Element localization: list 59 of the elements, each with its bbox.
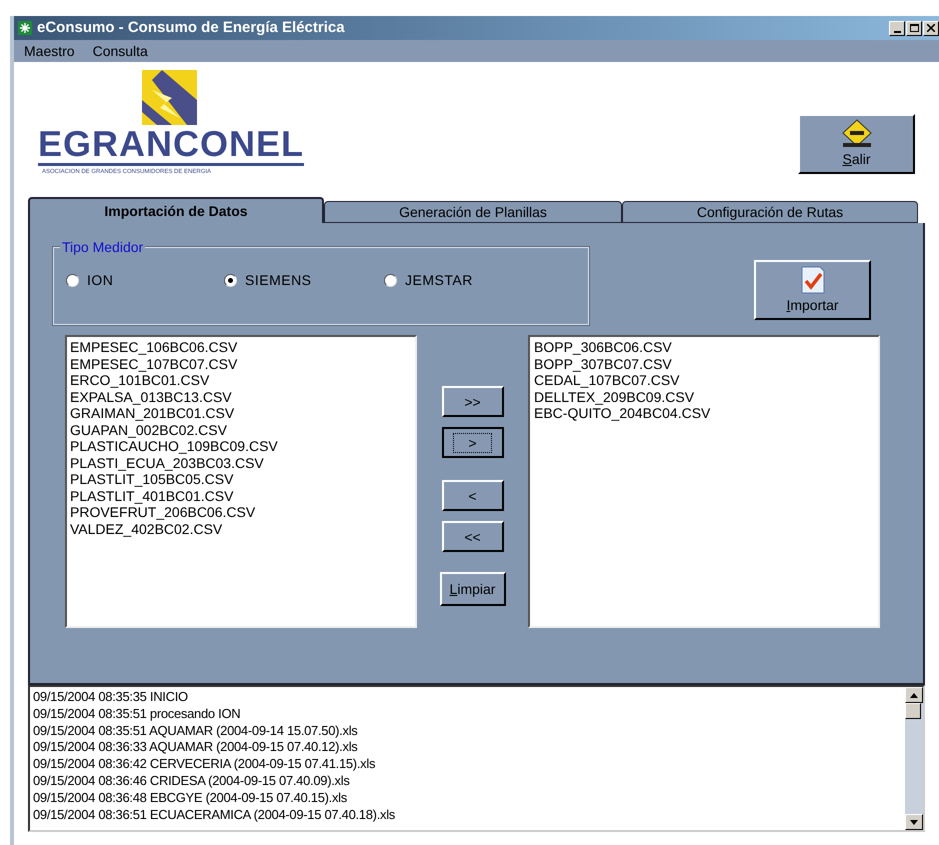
list-item[interactable]: EBC-QUITO_204BC04.CSV — [534, 405, 878, 422]
log-entry: 09/15/2004 08:35:51 AQUAMAR (2004-09-14 15.07.50).xls — [33, 722, 358, 740]
close-button[interactable] — [923, 20, 939, 36]
app-icon — [18, 21, 32, 35]
up-arrow-icon — [910, 692, 918, 698]
move-button[interactable]: < — [442, 480, 504, 511]
maximize-button[interactable] — [906, 20, 922, 36]
file-list[interactable]: BOPP_306BC06.CSV BOPP_307BC07.CSV CEDAL_107BC07.CSV DELLTEX_209BC09.CSV EBC-QUITO_204BC04.CSV — [528, 335, 880, 628]
log-entry: 09/15/2004 08:35:35 INICIO — [33, 689, 189, 706]
tab[interactable]: Configuración de Rutas — [622, 201, 918, 223]
list-item[interactable]: BOPP_306BC06.CSV — [534, 339, 878, 356]
exit-button[interactable]: Salir — [798, 114, 915, 174]
list-item[interactable]: EMPESEC_106BC06.CSV — [70, 339, 415, 356]
scroll-down-button[interactable] — [905, 814, 923, 830]
radio-button[interactable] — [224, 274, 237, 287]
radio-label: ION — [87, 271, 114, 290]
tab[interactable]: Importación de Datos — [28, 197, 324, 223]
menu-item[interactable]: Consulta — [92, 40, 148, 62]
radio-label: JEMSTAR — [405, 271, 473, 290]
list-item[interactable]: PROVEFRUT_206BC06.CSV — [70, 504, 415, 520]
move-button[interactable]: > — [442, 427, 504, 458]
file-list[interactable] — [65, 335, 417, 628]
list-item[interactable]: EXPALSA_013BC13.CSV — [70, 388, 415, 405]
list-item[interactable]: CEDAL_107BC07.CSV — [534, 372, 878, 388]
list-item[interactable]: ERCO_101BC01.CSV — [70, 372, 415, 388]
list-item[interactable]: GRAIMAN_201BC01.CSV — [70, 405, 415, 422]
down-arrow-icon — [910, 820, 918, 824]
list-item[interactable]: PLASTLIT_401BC01.CSV — [70, 488, 415, 504]
log-entry: 09/15/2004 08:36:51 ECUACERAMICA (2004-09-15 07.40.18).xls — [33, 806, 396, 824]
log-entry: 09/15/2004 08:36:46 CRIDESA (2004-09-15 07.40.09).xls — [33, 772, 351, 790]
move-button[interactable]: << — [442, 521, 504, 552]
window-title: eConsumo - Consumo de Energía Eléctrica — [37, 18, 345, 38]
list-item[interactable]: VALDEZ_402BC02.CSV — [70, 520, 415, 537]
list-item[interactable]: DELLTEX_209BC09.CSV — [534, 388, 878, 405]
clear-button[interactable]: Limpiar — [440, 572, 506, 606]
radio-label: SIEMENS — [245, 271, 312, 290]
list-item[interactable]: PLASTLIT_105BC05.CSV — [70, 471, 415, 488]
scrollbar[interactable] — [905, 687, 923, 830]
log-entry: 09/15/2004 08:36:33 AQUAMAR (2004-09-15 07.40.12).xls — [33, 739, 358, 756]
scroll-thumb[interactable] — [905, 703, 921, 719]
log-entry: 09/15/2004 08:36:42 CERVECERIA (2004-09-15 07.41.15).xls — [33, 756, 376, 773]
logo-icon — [142, 70, 197, 125]
list-item[interactable]: EMPESEC_107BC07.CSV — [70, 356, 415, 372]
log-entry: 09/15/2004 08:36:48 EBCGYE (2004-09-15 07.40.15).xls — [33, 790, 348, 807]
radio-button[interactable] — [66, 274, 79, 287]
list-item[interactable]: GUAPAN_002BC02.CSV — [70, 422, 415, 438]
list-item[interactable]: PLASTICAUCHO_109BC09.CSV — [70, 438, 415, 454]
minimize-button[interactable] — [889, 20, 905, 36]
close-icon — [927, 24, 935, 32]
list-item[interactable]: BOPP_307BC07.CSV — [534, 356, 878, 372]
log-entry: 09/15/2004 08:35:51 procesando ION — [33, 706, 242, 723]
tab[interactable]: Generación de Planillas — [324, 201, 622, 223]
move-button[interactable]: >> — [442, 386, 504, 417]
import-button[interactable]: Importar — [754, 260, 871, 320]
list-item[interactable]: PLASTI_ECUA_203BC03.CSV — [70, 454, 415, 471]
logo-text: EGRANCONEL — [38, 125, 304, 166]
scroll-up-button[interactable] — [905, 687, 923, 703]
radio-button[interactable] — [384, 274, 397, 287]
menu-item[interactable]: Maestro — [24, 40, 75, 62]
